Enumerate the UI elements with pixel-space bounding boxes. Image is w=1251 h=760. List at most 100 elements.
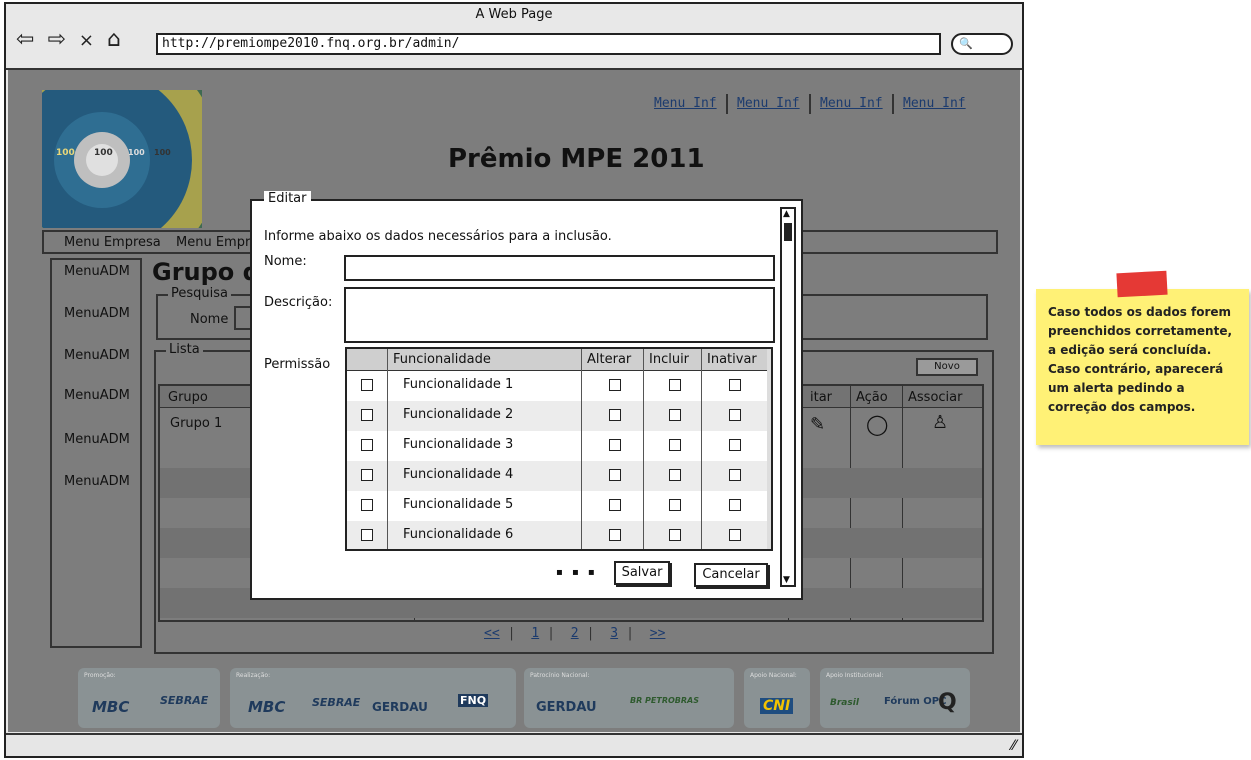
include-checkbox[interactable] bbox=[669, 469, 681, 481]
table-row: Funcionalidade 1 bbox=[347, 371, 771, 401]
deactivate-checkbox[interactable] bbox=[729, 439, 741, 451]
include-checkbox[interactable] bbox=[669, 409, 681, 421]
edit-checkbox[interactable] bbox=[609, 439, 621, 451]
edit-checkbox[interactable] bbox=[609, 409, 621, 421]
pager-page-2[interactable]: 2 bbox=[571, 626, 579, 641]
grid-col-divider bbox=[902, 386, 903, 620]
sidebar-item-menuadm[interactable]: MenuADM bbox=[64, 388, 130, 403]
sidebar-item-menuadm[interactable]: MenuADM bbox=[64, 306, 130, 321]
top-menu-link-1[interactable]: Menu Inf bbox=[654, 96, 717, 111]
gerdau-logo: GERDAU bbox=[536, 700, 597, 715]
target-logo-graphic bbox=[42, 90, 202, 228]
logo-label-3: 100 bbox=[128, 148, 145, 157]
logo-label-4: 100 bbox=[154, 148, 171, 157]
footer-group-label: Promoção: bbox=[84, 672, 116, 679]
table-col-divider bbox=[701, 349, 702, 549]
row-select-checkbox[interactable] bbox=[361, 439, 373, 451]
resize-grip-icon[interactable]: ⁄⁄ bbox=[1011, 738, 1016, 754]
cancel-button[interactable]: Cancelar bbox=[694, 563, 768, 587]
edit-checkbox[interactable] bbox=[609, 469, 621, 481]
row-select-checkbox[interactable] bbox=[361, 379, 373, 391]
brasil-logo: Brasil bbox=[830, 698, 859, 708]
address-bar[interactable]: http://premiompe2010.fnq.org.br/admin/ bbox=[156, 33, 941, 55]
include-checkbox[interactable] bbox=[669, 499, 681, 511]
logo-label-2: 100 bbox=[94, 148, 113, 158]
status-bar: ⁄⁄ bbox=[6, 733, 1022, 756]
table-col-divider bbox=[581, 349, 582, 549]
save-button[interactable]: Salvar bbox=[614, 561, 670, 585]
dialog-scrollbar[interactable]: ▲ ▼ bbox=[780, 207, 796, 587]
forward-arrow-icon[interactable]: ⇨ bbox=[47, 26, 65, 54]
mbc-logo: MBC bbox=[248, 698, 286, 716]
back-arrow-icon[interactable]: ⇦ bbox=[16, 26, 34, 54]
scroll-up-icon[interactable]: ▲ bbox=[783, 209, 790, 219]
grid-header-associate: Associar bbox=[908, 390, 963, 405]
list-legend: Lista bbox=[166, 342, 203, 357]
pager-page-3[interactable]: 3 bbox=[610, 626, 618, 641]
include-checkbox[interactable] bbox=[669, 379, 681, 391]
header-deactivate: Inativar bbox=[707, 352, 757, 367]
deactivate-checkbox[interactable] bbox=[729, 409, 741, 421]
new-button[interactable]: Novo bbox=[916, 358, 978, 376]
sidebar-item-menuadm[interactable]: MenuADM bbox=[64, 264, 130, 279]
edit-checkbox[interactable] bbox=[609, 529, 621, 541]
top-menu-link-4[interactable]: Menu Inf bbox=[903, 96, 966, 111]
top-menu-link-2[interactable]: Menu Inf bbox=[737, 96, 800, 111]
edit-icon[interactable]: ✎ bbox=[810, 414, 825, 435]
footer-apoio-institucional: Apoio Institucional: Brasil Fórum OPC Q bbox=[820, 668, 970, 728]
scroll-down-icon[interactable]: ▼ bbox=[783, 575, 790, 585]
include-checkbox[interactable] bbox=[669, 529, 681, 541]
footer-apoio-nacional: Apoio Nacional: CNI bbox=[744, 668, 810, 728]
top-menu-divider bbox=[809, 94, 811, 114]
edit-dialog: Editar Informe abaixo os dados necessári… bbox=[250, 191, 803, 600]
associate-user-icon[interactable]: ♙ bbox=[932, 412, 948, 433]
description-input[interactable] bbox=[344, 287, 775, 343]
deactivate-checkbox[interactable] bbox=[729, 469, 741, 481]
permissions-table-header: Funcionalidade Alterar Incluir Inativar bbox=[347, 349, 771, 371]
edit-checkbox[interactable] bbox=[609, 499, 621, 511]
feature-name: Funcionalidade 4 bbox=[403, 467, 514, 482]
edit-checkbox[interactable] bbox=[609, 379, 621, 391]
window-title: A Web Page bbox=[475, 7, 553, 22]
header-include: Incluir bbox=[649, 352, 690, 367]
search-legend: Pesquisa bbox=[168, 286, 231, 301]
deactivate-checkbox[interactable] bbox=[729, 379, 741, 391]
sidebar-item-menuadm[interactable]: MenuADM bbox=[64, 474, 130, 489]
row-select-checkbox[interactable] bbox=[361, 499, 373, 511]
sidebar-item-menuadm[interactable]: MenuADM bbox=[64, 432, 130, 447]
pager-page-1[interactable]: 1 bbox=[531, 626, 539, 641]
scroll-thumb[interactable] bbox=[784, 223, 792, 241]
deactivate-checkbox[interactable] bbox=[729, 499, 741, 511]
row-select-checkbox[interactable] bbox=[361, 409, 373, 421]
row-select-checkbox[interactable] bbox=[361, 469, 373, 481]
footer-promocao: Promoção: MBC SEBRAE bbox=[78, 668, 220, 728]
row-select-checkbox[interactable] bbox=[361, 529, 373, 541]
grid-cell-group: Grupo 1 bbox=[170, 416, 223, 431]
feature-name: Funcionalidade 5 bbox=[403, 497, 514, 512]
table-pager-icons[interactable]: ▪ ▪ ▪ bbox=[556, 567, 598, 578]
pager-next[interactable]: >> bbox=[650, 626, 666, 641]
browser-search-box[interactable]: 🔍 bbox=[951, 33, 1013, 55]
fnq-logo: FNQ bbox=[458, 694, 489, 707]
footer-group-label: Realização: bbox=[236, 672, 271, 679]
grid-col-divider bbox=[850, 386, 851, 620]
sidebar-item-menuadm[interactable]: MenuADM bbox=[64, 348, 130, 363]
home-icon[interactable]: ⌂ bbox=[107, 26, 121, 54]
pager-divider: | bbox=[547, 626, 555, 641]
nav-buttons: ⇦ ⇨ × ⌂ bbox=[16, 26, 127, 55]
pager-first[interactable]: << bbox=[484, 626, 500, 641]
cni-logo: CNI bbox=[760, 698, 794, 714]
name-input[interactable] bbox=[344, 255, 775, 281]
menu-item-empresa[interactable]: Menu Empresa bbox=[64, 233, 161, 253]
stop-icon[interactable]: × bbox=[79, 27, 94, 55]
table-row: Funcionalidade 4 bbox=[347, 461, 771, 491]
petrobras-logo: BR PETROBRAS bbox=[630, 696, 699, 705]
top-menu-link-3[interactable]: Menu Inf bbox=[820, 96, 883, 111]
grid-header-edit: itar bbox=[810, 390, 833, 405]
action-target-icon[interactable]: ◯ bbox=[866, 412, 888, 436]
grid-header-action: Ação bbox=[856, 390, 888, 405]
site-title: Prêmio MPE 2011 bbox=[448, 144, 705, 174]
include-checkbox[interactable] bbox=[669, 439, 681, 451]
sticky-note: Caso todos os dados forem preenchidos co… bbox=[1036, 270, 1249, 445]
deactivate-checkbox[interactable] bbox=[729, 529, 741, 541]
